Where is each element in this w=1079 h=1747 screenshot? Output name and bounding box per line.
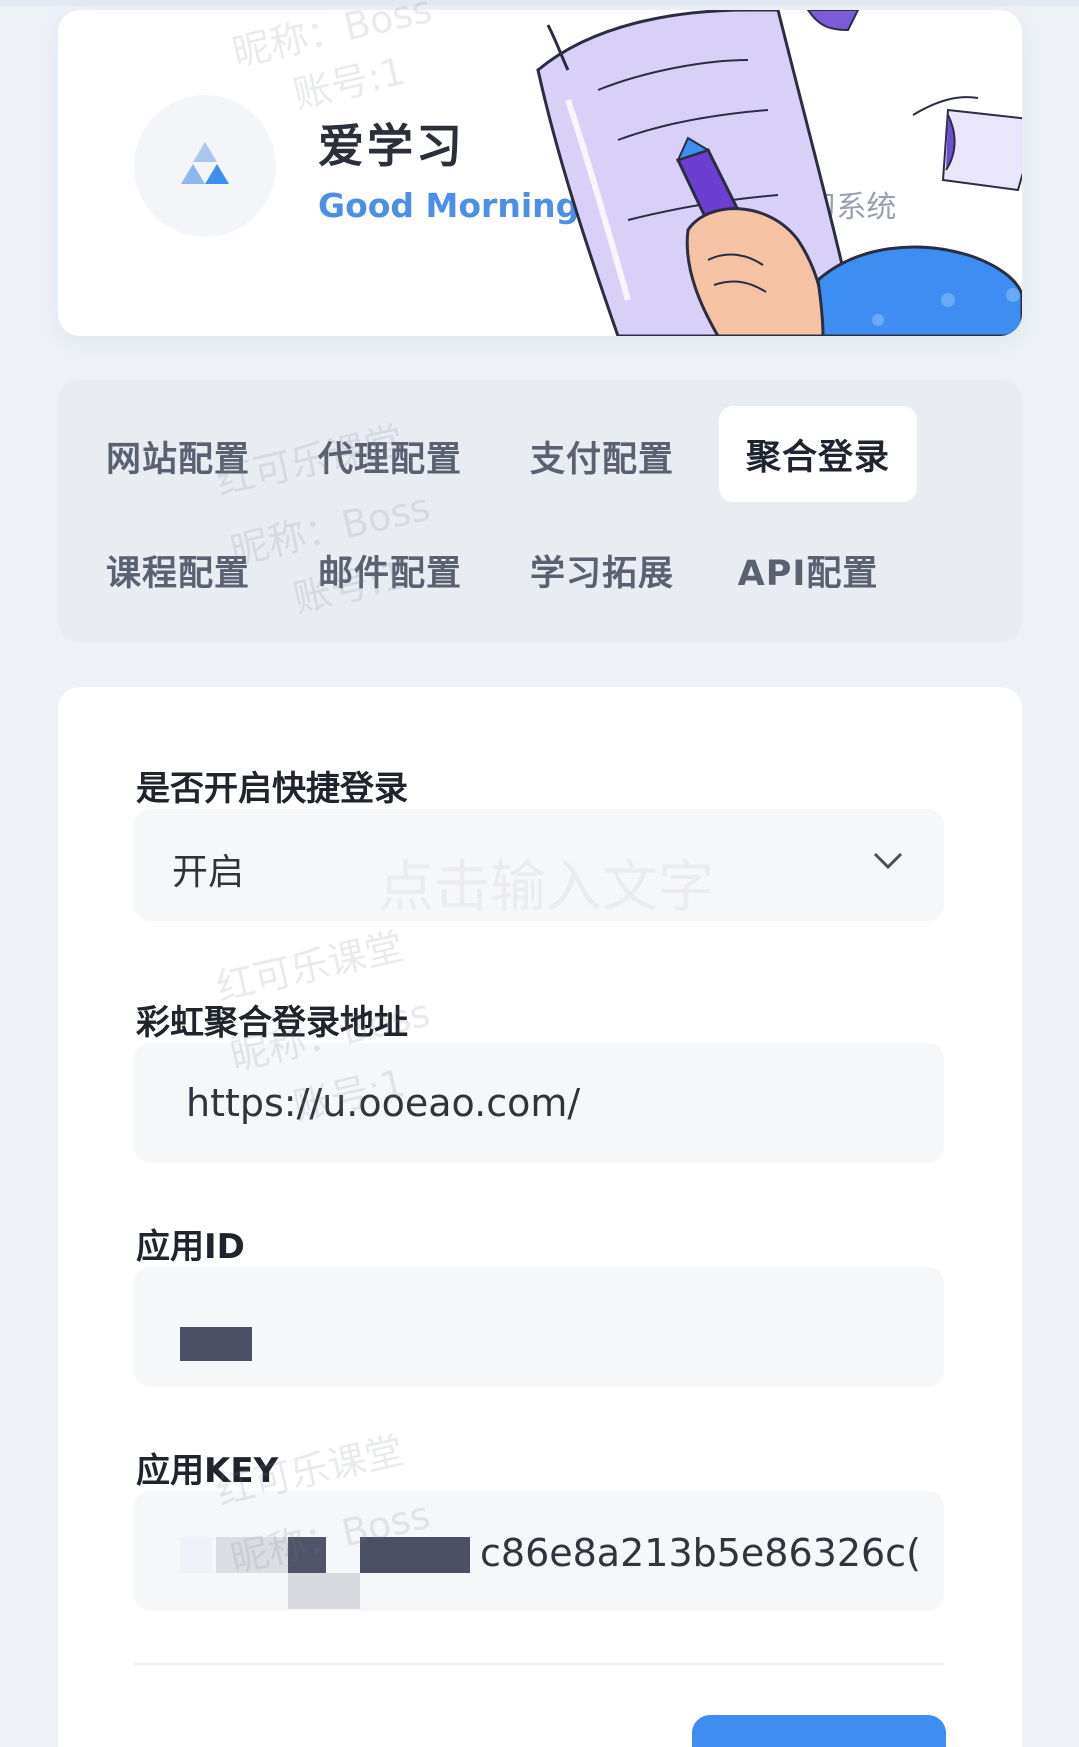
tab-payment-config[interactable]: 支付配置 [504, 408, 700, 504]
header-card: 爱学习 Good Morning|欢迎使用爱学习系统 [58, 10, 1022, 336]
redacted-key-part [180, 1537, 212, 1573]
app-title: 爱学习 [318, 119, 465, 173]
app-key-label: 应用KEY [136, 1451, 279, 1491]
quick-login-value: 开启 [172, 852, 245, 893]
app-key-input[interactable]: c86e8a213b5e86326c( [134, 1491, 944, 1611]
tab-learning-extension[interactable]: 学习拓展 [504, 522, 700, 618]
tab-website-config[interactable]: 网站配置 [80, 408, 276, 504]
rainbow-url-value: https://u.ooeao.com/ [186, 1081, 581, 1125]
app-id-label: 应用ID [136, 1227, 245, 1267]
top-strip [0, 0, 1079, 6]
tab-mail-config[interactable]: 邮件配置 [292, 522, 488, 618]
redacted-app-id [180, 1327, 252, 1361]
config-tabs: 网站配置 代理配置 支付配置 聚合登录 课程配置 邮件配置 学习拓展 API配置 [58, 380, 1022, 642]
quick-login-label: 是否开启快捷登录 [136, 769, 408, 809]
app-id-input[interactable] [134, 1267, 944, 1387]
redacted-key-part [360, 1537, 470, 1573]
tab-proxy-config[interactable]: 代理配置 [292, 408, 488, 504]
rainbow-url-label: 彩虹聚合登录地址 [136, 1003, 408, 1043]
tab-course-config[interactable]: 课程配置 [80, 522, 276, 618]
login-config-form: 是否开启快捷登录 开启 彩虹聚合登录地址 https://u.ooeao.com… [58, 687, 1022, 1747]
logo-triangles-icon [181, 142, 229, 184]
tab-aggregate-login[interactable]: 聚合登录 [719, 406, 917, 502]
redacted-key-part [216, 1537, 288, 1573]
redacted-key-part [288, 1573, 360, 1609]
app-logo [134, 95, 276, 237]
quick-login-select[interactable]: 开启 [134, 809, 944, 921]
tab-api-config[interactable]: API配置 [710, 522, 906, 618]
rainbow-url-input[interactable]: https://u.ooeao.com/ [134, 1043, 944, 1163]
save-button[interactable] [692, 1715, 946, 1747]
redacted-key-part [288, 1537, 326, 1573]
app-key-value: c86e8a213b5e86326c( [480, 1531, 920, 1575]
form-divider [134, 1663, 944, 1665]
chevron-down-icon [873, 852, 903, 870]
header-illustration [536, 10, 1022, 336]
